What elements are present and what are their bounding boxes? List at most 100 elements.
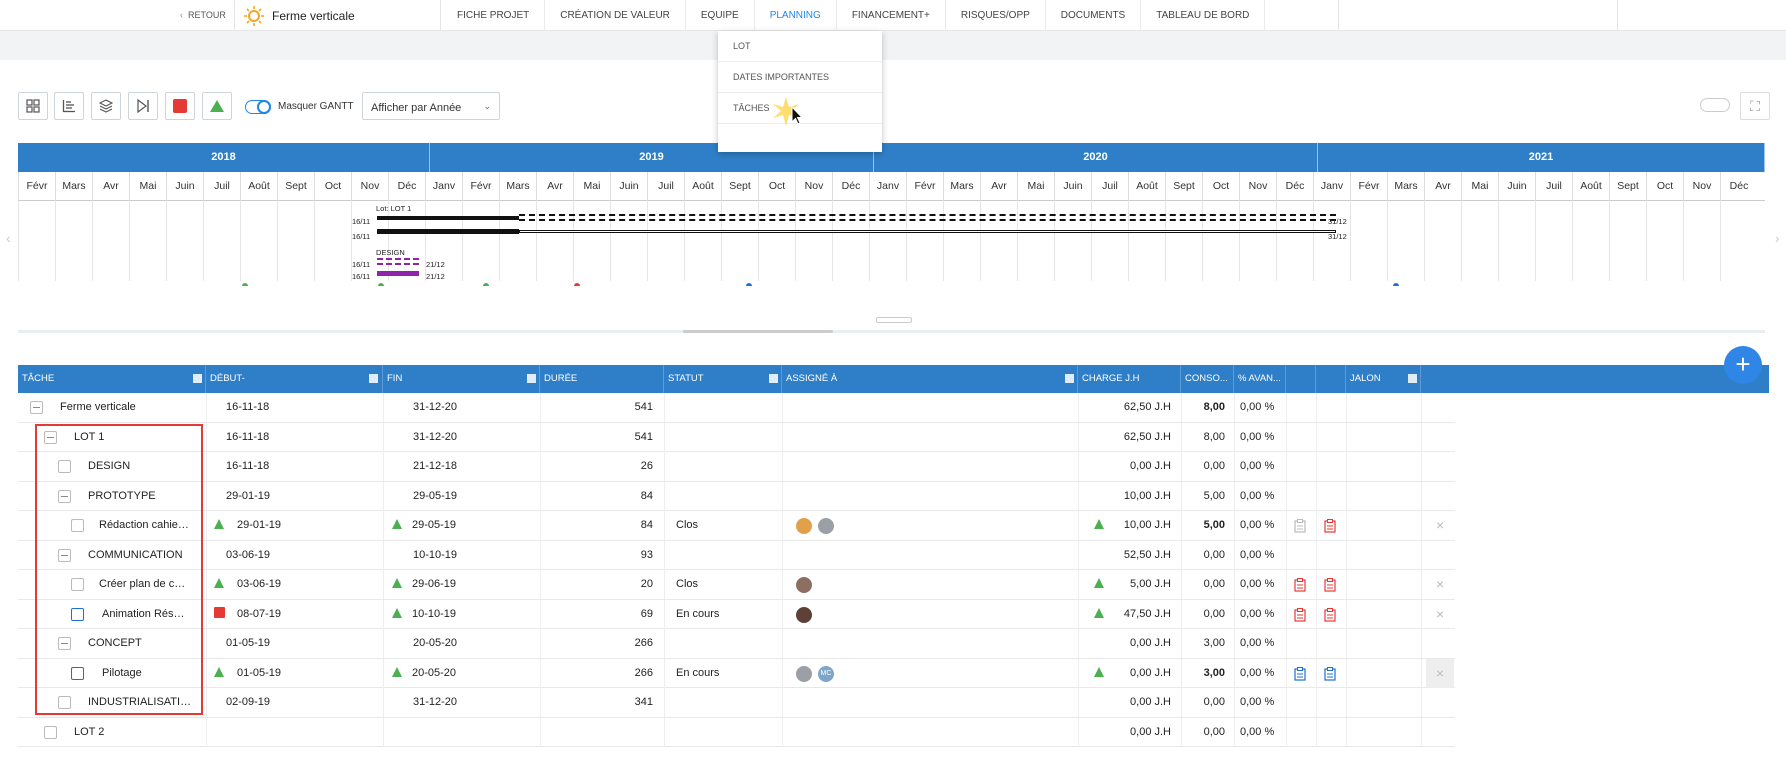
task-name[interactable]: LOT 2 bbox=[74, 718, 203, 747]
duration[interactable]: 541 bbox=[578, 423, 653, 452]
end-date[interactable]: 31-12-20 bbox=[413, 423, 457, 452]
milestone-dot[interactable] bbox=[483, 283, 489, 286]
conso[interactable]: 0,00 bbox=[1181, 600, 1225, 629]
progress[interactable]: 0,00 % bbox=[1240, 541, 1274, 570]
charge[interactable]: 0,00 J.H bbox=[1093, 688, 1171, 717]
conso[interactable]: 0,00 bbox=[1181, 718, 1225, 747]
task-name[interactable]: CONCEPT bbox=[88, 629, 203, 658]
charge[interactable]: 5,00 J.H bbox=[1093, 570, 1171, 599]
end-date[interactable]: 29-05-19 bbox=[413, 482, 457, 511]
duration[interactable]: 26 bbox=[578, 452, 653, 481]
end-date[interactable]: 20-05-20 bbox=[413, 629, 457, 658]
conso[interactable]: 0,00 bbox=[1181, 541, 1225, 570]
end-date[interactable]: 29-06-19 bbox=[412, 570, 456, 599]
delete-icon[interactable]: × bbox=[1436, 600, 1444, 629]
assignee-avatar[interactable] bbox=[796, 518, 812, 534]
tab-documents[interactable]: DOCUMENTS bbox=[1046, 0, 1142, 31]
tab-planning[interactable]: PLANNING bbox=[755, 0, 837, 31]
task-name[interactable]: Rédaction cahie… bbox=[99, 511, 203, 540]
table-row[interactable]: DESIGN 16-11-18 21-12-18 26 0,00 J.H 0,00 0,00… bbox=[18, 452, 1455, 482]
clipboard-icon[interactable] bbox=[1294, 519, 1306, 536]
milestone-dot[interactable] bbox=[746, 283, 752, 286]
progress[interactable]: 0,00 % bbox=[1240, 482, 1274, 511]
status[interactable]: En cours bbox=[676, 600, 719, 629]
gantt-view-button[interactable] bbox=[54, 92, 84, 120]
charge[interactable]: 62,50 J.H bbox=[1093, 393, 1171, 422]
duration[interactable] bbox=[578, 718, 653, 747]
column-header-tache[interactable]: TÂCHE bbox=[18, 365, 206, 393]
tab-equipe[interactable]: EQUIPE bbox=[686, 0, 755, 31]
row-checkbox[interactable] bbox=[58, 460, 71, 473]
row-checkbox[interactable] bbox=[71, 666, 84, 680]
delete-icon[interactable]: × bbox=[1436, 570, 1444, 599]
duration[interactable]: 84 bbox=[578, 511, 653, 540]
conso[interactable]: 8,00 bbox=[1181, 393, 1225, 422]
conso[interactable]: 8,00 bbox=[1181, 423, 1225, 452]
task-name[interactable]: Créer plan de c… bbox=[99, 570, 203, 599]
duration[interactable]: 69 bbox=[578, 600, 653, 629]
assignee-avatar[interactable] bbox=[796, 606, 812, 623]
filter-icon[interactable] bbox=[527, 374, 536, 383]
row-checkbox[interactable] bbox=[58, 637, 71, 650]
task-name[interactable]: PROTOTYPE bbox=[88, 482, 203, 511]
charge[interactable]: 52,50 J.H bbox=[1093, 541, 1171, 570]
filter-icon[interactable] bbox=[193, 374, 202, 383]
assignee-avatar[interactable] bbox=[796, 665, 812, 682]
row-checkbox[interactable] bbox=[71, 519, 84, 532]
conso[interactable]: 5,00 bbox=[1181, 511, 1225, 540]
charge[interactable]: 0,00 J.H bbox=[1093, 659, 1171, 688]
start-date[interactable]: 29-01-19 bbox=[237, 511, 281, 540]
add-task-button[interactable]: + bbox=[1724, 346, 1762, 384]
tab-tableau-de-bord[interactable]: TABLEAU DE BORD bbox=[1141, 0, 1266, 31]
task-name[interactable]: DESIGN bbox=[88, 452, 203, 481]
column-header-conso[interactable]: CONSO... bbox=[1181, 365, 1234, 393]
conso[interactable]: 0,00 bbox=[1181, 688, 1225, 717]
task-name[interactable]: Pilotage bbox=[102, 659, 203, 688]
charge[interactable]: 10,00 J.H bbox=[1093, 482, 1171, 511]
end-date[interactable]: 29-05-19 bbox=[412, 511, 456, 540]
scroll-left-icon[interactable]: ‹ bbox=[6, 230, 11, 246]
start-date[interactable]: 01-05-19 bbox=[237, 659, 281, 688]
display-toggle[interactable] bbox=[1700, 98, 1730, 112]
document-icon[interactable] bbox=[1324, 519, 1336, 536]
start-date[interactable]: 16-11-18 bbox=[226, 452, 269, 481]
status[interactable]: Clos bbox=[676, 511, 698, 540]
milestone-dot[interactable] bbox=[378, 283, 384, 286]
conso[interactable]: 3,00 bbox=[1181, 629, 1225, 658]
milestone-dot[interactable] bbox=[1393, 283, 1399, 286]
end-date[interactable]: 31-12-20 bbox=[413, 393, 457, 422]
column-header-charge[interactable]: CHARGE J.H bbox=[1078, 365, 1181, 393]
table-row[interactable]: CONCEPT 01-05-19 20-05-20 266 0,00 J.H 3,00 0,… bbox=[18, 629, 1455, 659]
table-row[interactable]: Créer plan de c… 03-06-19 29-06-19 20 Clos 5,… bbox=[18, 570, 1455, 600]
duration[interactable]: 541 bbox=[578, 393, 653, 422]
end-date[interactable]: 10-10-19 bbox=[413, 541, 457, 570]
milestone-dot[interactable] bbox=[242, 283, 248, 286]
end-date[interactable]: 10-10-19 bbox=[412, 600, 456, 629]
tab-creation-de-valeur[interactable]: CRÉATION DE VALEUR bbox=[545, 0, 686, 31]
tab-financement[interactable]: FINANCEMENT+ bbox=[837, 0, 946, 31]
delete-icon[interactable]: × bbox=[1426, 658, 1454, 688]
progress[interactable]: 0,00 % bbox=[1240, 629, 1274, 658]
start-date[interactable]: 29-01-19 bbox=[226, 482, 270, 511]
progress[interactable]: 0,00 % bbox=[1240, 393, 1274, 422]
charge[interactable]: 0,00 J.H bbox=[1093, 629, 1171, 658]
row-checkbox[interactable] bbox=[71, 578, 84, 591]
charge[interactable]: 47,50 J.H bbox=[1093, 600, 1171, 629]
document-icon[interactable] bbox=[1324, 666, 1336, 684]
table-row[interactable]: PROTOTYPE 29-01-19 29-05-19 84 10,00 J.H 5,00… bbox=[18, 481, 1455, 511]
assignee-avatar[interactable]: MC bbox=[818, 665, 834, 682]
duration[interactable]: 84 bbox=[578, 482, 653, 511]
duration[interactable]: 20 bbox=[578, 570, 653, 599]
table-row[interactable]: LOT 2 0,00 J.H 0,00 0,00 % bbox=[18, 717, 1455, 747]
tab-risques-opp[interactable]: RISQUES/OPP bbox=[946, 0, 1046, 31]
table-row[interactable]: Rédaction cahie… 29-01-19 29-05-19 84 Clos 10… bbox=[18, 511, 1455, 541]
duration[interactable]: 93 bbox=[578, 541, 653, 570]
end-date[interactable]: 20-05-20 bbox=[412, 659, 456, 688]
red-status-filter-button[interactable] bbox=[165, 92, 195, 120]
conso[interactable]: 5,00 bbox=[1181, 482, 1225, 511]
table-row[interactable]: COMMUNICATION 03-06-19 10-10-19 93 52,50 J.H… bbox=[18, 540, 1455, 570]
start-date[interactable]: 03-06-19 bbox=[226, 541, 270, 570]
back-link[interactable]: ‹ RETOUR bbox=[180, 10, 226, 20]
delete-icon[interactable]: × bbox=[1436, 511, 1444, 540]
document-icon[interactable] bbox=[1324, 607, 1336, 625]
